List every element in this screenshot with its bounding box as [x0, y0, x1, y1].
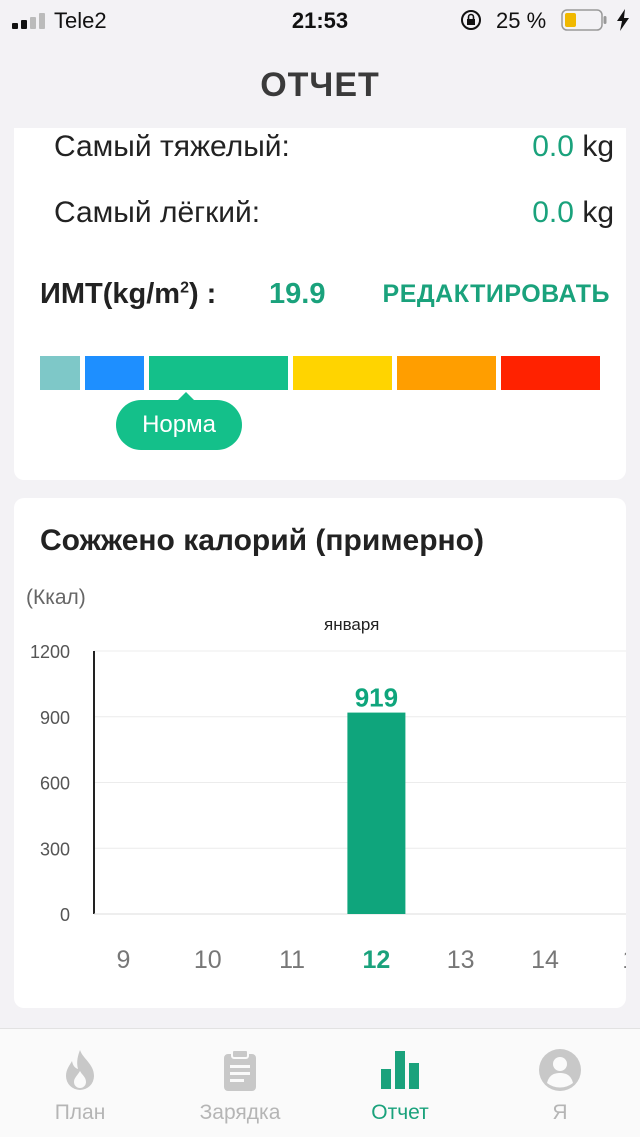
heaviest-label: Самый тяжелый: — [54, 130, 290, 163]
calories-card: Сожжено калорий (примерно) (Ккал) января… — [14, 498, 626, 1008]
x-tick-label[interactable]: 10 — [194, 946, 222, 974]
edit-bmi-button[interactable]: РЕДАКТИРОВАТЬ — [383, 280, 610, 309]
bmi-label-main: ИМТ(kg/m — [40, 278, 181, 310]
bmi-segment-low — [85, 356, 144, 390]
tab-me[interactable]: Я — [480, 1029, 640, 1137]
tab-label-plan: План — [54, 1101, 106, 1124]
status-bar: Tele2 21:53 25 % — [0, 0, 640, 40]
bmi-label: ИМТ(kg/m2) : — [40, 278, 216, 311]
bmi-scale — [40, 356, 600, 390]
charging-bolt-icon — [617, 9, 629, 31]
tab-bar: План Зарядка Отчет Я — [0, 1028, 640, 1137]
x-tick-label[interactable]: 9 — [117, 946, 131, 974]
bmi-segment-very-low — [40, 356, 80, 390]
heaviest-value: 0.0 kg — [532, 130, 614, 164]
rotation-lock-icon — [461, 10, 481, 30]
bmi-label-tail: ) : — [188, 278, 217, 310]
chart-title: Сожжено калорий (примерно) — [40, 524, 484, 557]
user-icon — [539, 1049, 581, 1091]
heaviest-unit: kg — [582, 130, 614, 163]
tab-report[interactable]: Отчет — [320, 1029, 480, 1137]
tab-label-workout: Зарядка — [199, 1101, 281, 1124]
chart-month-label: января — [324, 615, 380, 634]
bmi-segment-over — [293, 356, 392, 390]
battery-icon — [561, 9, 607, 31]
x-tick-label[interactable]: 12 — [362, 946, 390, 974]
y-tick-label: 1200 — [30, 642, 70, 662]
bmi-value: 19.9 — [269, 278, 326, 310]
tab-plan[interactable]: План — [0, 1029, 160, 1137]
tab-label-report: Отчет — [371, 1101, 429, 1124]
flame-icon — [66, 1050, 94, 1090]
chart-y-unit: (Ккал) — [26, 586, 86, 609]
bmi-row: ИМТ(kg/m2) : 19.9 РЕДАКТИРОВАТЬ — [40, 278, 610, 318]
x-tick-label[interactable]: 11 — [279, 946, 305, 974]
bar — [347, 712, 406, 914]
battery-percent: 25 % — [496, 8, 547, 33]
bmi-segment-severe — [501, 356, 600, 390]
lightest-number: 0.0 — [532, 196, 574, 229]
y-tick-label: 900 — [40, 708, 70, 728]
lightest-label: Самый лёгкий: — [54, 196, 261, 229]
bar-chart-icon — [381, 1051, 419, 1089]
calories-chart: 0 300 600 900 1200 9 10 11 919 12 13 14 1 — [30, 642, 626, 974]
x-tick-label[interactable]: 13 — [447, 946, 475, 974]
tab-label-me: Я — [552, 1101, 568, 1124]
page-title: ОТЧЕТ — [260, 66, 380, 104]
y-tick-label: 600 — [40, 774, 70, 794]
bmi-segment-normal — [149, 356, 288, 390]
x-tick-label[interactable]: 1 — [622, 946, 626, 974]
weight-bmi-card: Самый тяжелый: 0.0 kg Самый лёгкий: 0.0 … — [14, 128, 626, 480]
bmi-label-sup: 2 — [180, 279, 189, 297]
y-tick-label: 300 — [40, 839, 70, 859]
bmi-status-badge: Норма — [116, 400, 242, 450]
bar-value-label: 919 — [355, 683, 398, 713]
tab-workout[interactable]: Зарядка — [160, 1029, 320, 1137]
y-tick-label: 0 — [60, 905, 70, 925]
x-tick-label[interactable]: 14 — [531, 946, 559, 974]
lightest-value: 0.0 kg — [532, 196, 614, 230]
heaviest-number: 0.0 — [532, 130, 574, 163]
clipboard-icon — [224, 1049, 256, 1091]
lightest-unit: kg — [582, 196, 614, 229]
bmi-segment-obese — [397, 356, 496, 390]
